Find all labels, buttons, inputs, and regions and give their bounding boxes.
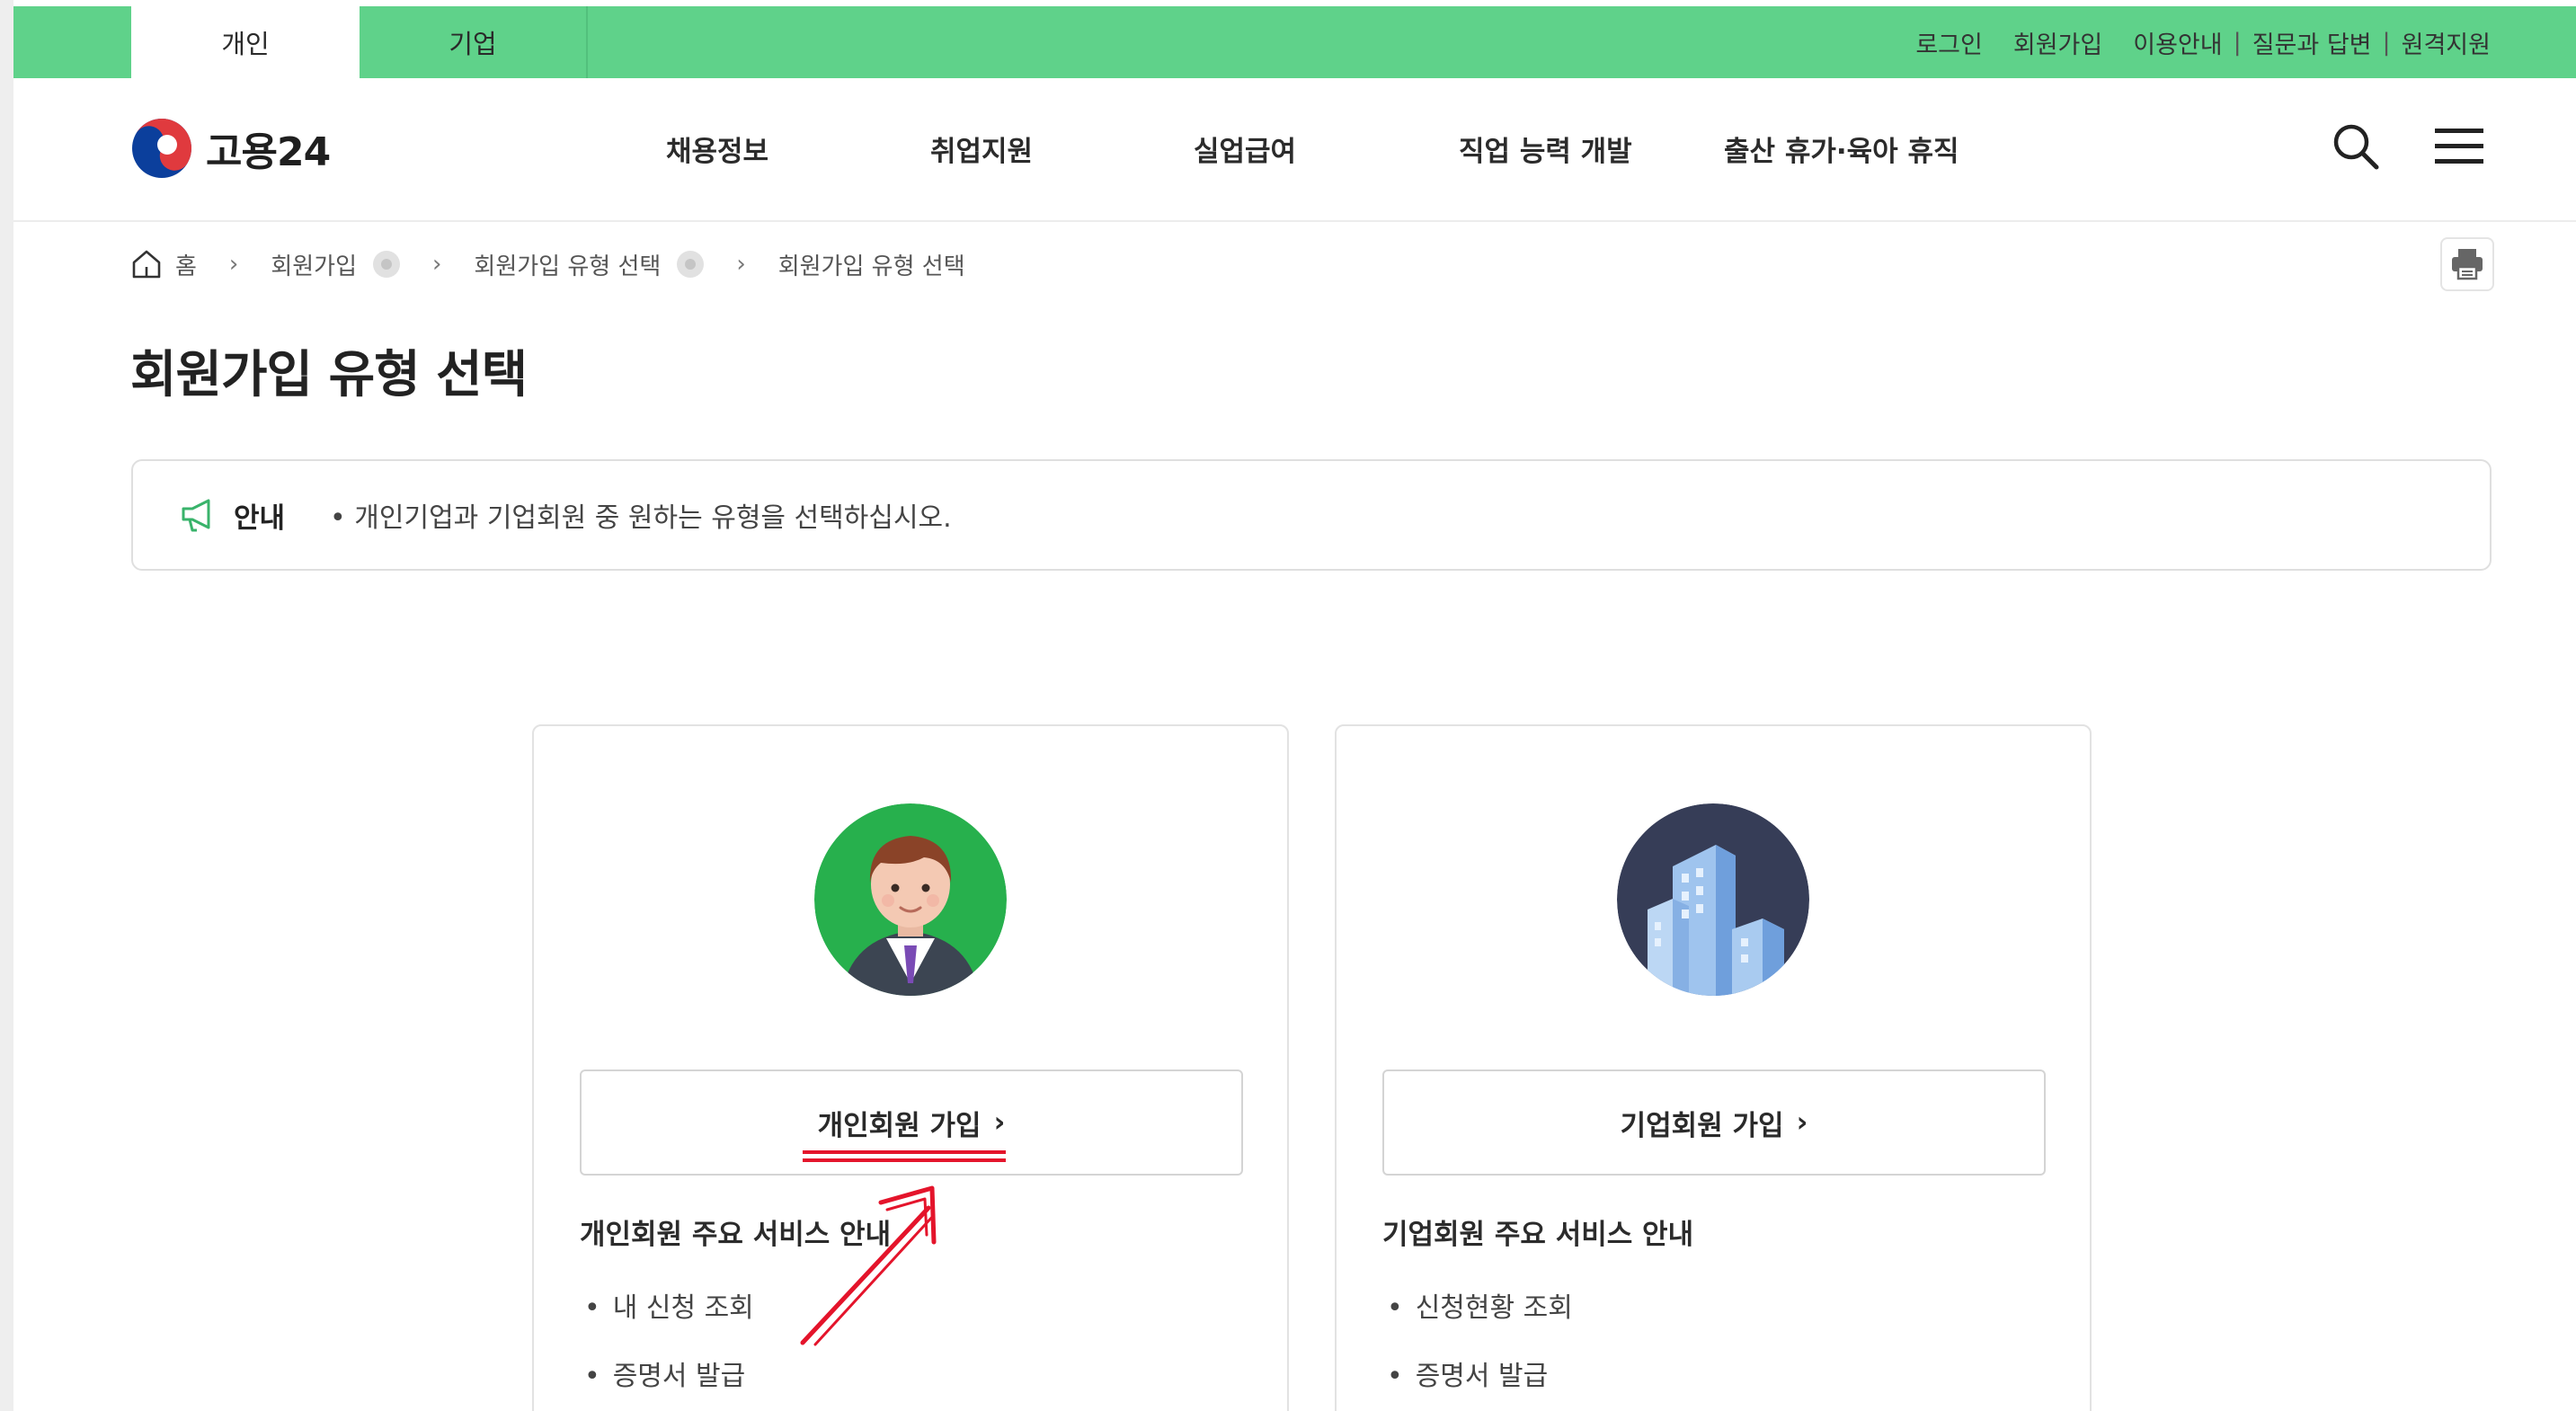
nav-unemployment-benefit[interactable]: 실업급여	[1194, 129, 1296, 169]
building-icon	[1617, 803, 1809, 996]
service-label: 증명서 발급	[612, 1361, 746, 1392]
divider: |	[2233, 28, 2242, 57]
personal-join-label: 개인회원 가입	[817, 1109, 982, 1142]
breadcrumb-signup-type[interactable]: 회원가입 유형 선택	[474, 248, 705, 281]
page: 개인 기업 로그인 회원가입 이용안내 | 질문과 답변 | 원격지원 고용24…	[13, 0, 2576, 1411]
list-item: • 신청현황 조회	[1387, 1285, 1573, 1325]
taegeuk-logo-icon	[132, 119, 191, 178]
bullet: •	[584, 1292, 600, 1324]
chevron-right-icon: ›	[993, 1106, 1006, 1139]
notice-box: 안내 • 개인기업과 기업회원 중 원하는 유형을 선택하십시오.	[131, 459, 2492, 571]
guide-link[interactable]: 이용안내	[2133, 25, 2222, 60]
nav-job-info[interactable]: 채용정보	[666, 129, 768, 169]
breadcrumb-signup[interactable]: 회원가입	[271, 248, 401, 281]
hamburger-menu-icon[interactable]	[2433, 125, 2485, 172]
home-icon	[132, 250, 161, 279]
signup-link[interactable]: 회원가입	[2013, 25, 2102, 60]
service-label: 내 신청 조회	[612, 1292, 754, 1324]
personal-join-button[interactable]: 개인회원 가입 ›	[580, 1069, 1243, 1176]
logo-text: 고용24	[206, 129, 331, 175]
list-item: • 내 신청 조회	[584, 1285, 754, 1325]
breadcrumb: 홈 › 회원가입 › 회원가입 유형 선택 › 회원가입 유형 선택	[130, 241, 965, 288]
print-button[interactable]	[2440, 237, 2494, 291]
tab-business[interactable]: 기업	[360, 6, 588, 78]
nav-vocational-training[interactable]: 직업 능력 개발	[1459, 129, 1632, 169]
list-item: • 증명서 발급	[584, 1353, 745, 1393]
search-icon[interactable]	[2331, 121, 2381, 175]
chevron-right-icon: ›	[432, 251, 442, 278]
divider: |	[2382, 28, 2391, 57]
business-member-card: 기업회원 가입 › 기업회원 주요 서비스 안내 • 신청현황 조회 • 증명서 발…	[1335, 724, 2092, 1411]
nav-employment-support[interactable]: 취업지원	[930, 129, 1033, 169]
remote-support-link[interactable]: 원격지원	[2402, 25, 2491, 60]
breadcrumb-home[interactable]: 홈	[130, 248, 197, 281]
list-item: • 증명서 발급	[1387, 1353, 1548, 1393]
tab-personal-label: 개인	[221, 29, 270, 59]
breadcrumb-current-label: 회원가입 유형 선택	[777, 253, 965, 280]
service-label: 신청현황 조회	[1415, 1292, 1573, 1324]
breadcrumb-current: 회원가입 유형 선택	[778, 248, 965, 281]
personal-member-card: 개인회원 가입 › 개인회원 주요 서비스 안내 • 내 신청 조회 • 증명서 발…	[532, 724, 1289, 1411]
breadcrumb-signup-type-label: 회원가입 유형 선택	[474, 253, 662, 280]
service-label: 증명서 발급	[1415, 1361, 1549, 1392]
qna-link[interactable]: 질문과 답변	[2252, 25, 2372, 60]
utility-bar: 개인 기업 로그인 회원가입 이용안내 | 질문과 답변 | 원격지원	[13, 6, 2576, 78]
chevron-right-icon: ›	[228, 251, 239, 278]
page-title: 회원가입 유형 선택	[130, 346, 528, 404]
breadcrumb-home-label: 홈	[175, 253, 197, 280]
business-join-label: 기업회원 가입	[1620, 1109, 1784, 1142]
printer-icon	[2452, 249, 2483, 280]
bullet: •	[1387, 1361, 1403, 1392]
bullet: •	[584, 1361, 600, 1392]
personal-services-title: 개인회원 주요 서비스 안내	[580, 1219, 892, 1251]
tab-business-label: 기업	[449, 29, 497, 59]
utility-links: 로그인 회원가입 이용안내 | 질문과 답변 | 원격지원	[1915, 6, 2491, 78]
nav-maternity-parental-leave[interactable]: 출산 휴가·육아 휴직	[1724, 129, 1959, 169]
logo[interactable]: 고용24	[130, 117, 331, 180]
breadcrumb-signup-label: 회원가입	[271, 253, 358, 280]
chevron-right-icon: ›	[1796, 1106, 1808, 1139]
bullet: •	[1387, 1292, 1403, 1324]
megaphone-icon	[180, 497, 218, 533]
business-services-title: 기업회원 주요 서비스 안내	[1382, 1219, 1694, 1251]
dropdown-toggle-icon[interactable]	[373, 251, 401, 278]
tab-personal[interactable]: 개인	[131, 6, 360, 78]
login-link[interactable]: 로그인	[1915, 25, 1983, 60]
notice-label: 안내	[234, 501, 286, 535]
site-header: 고용24 채용정보 취업지원 실업급여 직업 능력 개발 출산 휴가·육아 휴직	[13, 78, 2576, 222]
dropdown-toggle-icon[interactable]	[677, 251, 705, 278]
notice-text: • 개인기업과 기업회원 중 원하는 유형을 선택하십시오.	[330, 502, 952, 534]
business-join-button[interactable]: 기업회원 가입 ›	[1382, 1069, 2046, 1176]
person-avatar-icon	[814, 803, 1007, 996]
chevron-right-icon: ›	[736, 251, 746, 278]
